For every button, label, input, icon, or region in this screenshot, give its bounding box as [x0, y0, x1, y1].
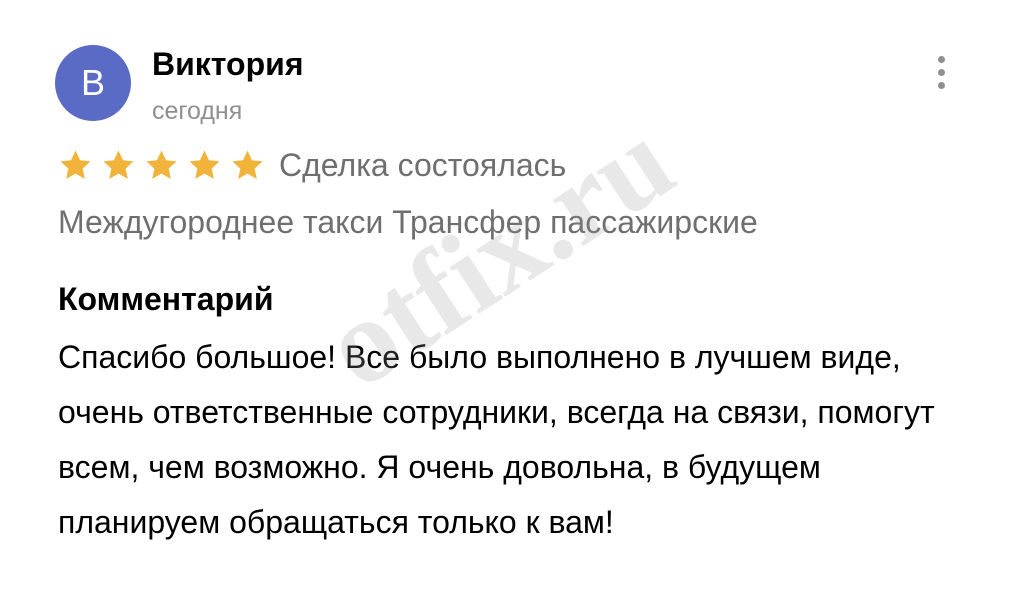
- rating-row: Сделка состоялась: [58, 142, 566, 188]
- star-icon: [146, 150, 177, 179]
- star-icon: [103, 150, 134, 179]
- avatar-letter: В: [80, 62, 105, 103]
- deal-status: Сделка состоялась: [279, 147, 567, 183]
- comment-text: Спасибо большое! Все было выполнено в лу…: [58, 339, 935, 540]
- comment-heading: Комментарий: [58, 281, 274, 317]
- more-vertical-icon: [937, 81, 945, 89]
- star-icon: [232, 150, 263, 179]
- review-date: сегодня: [152, 97, 243, 125]
- star-icon: [60, 150, 91, 179]
- avatar[interactable]: В: [55, 45, 131, 121]
- review-card: В Виктория сегодня Сделка состоялась Меж…: [0, 0, 1024, 614]
- service-category: Междугороднее такси Трансфер пассажирски…: [58, 204, 758, 240]
- author-name[interactable]: Виктория: [152, 44, 303, 84]
- more-vertical-icon: [937, 55, 945, 63]
- rating-stars: [58, 148, 265, 183]
- star-icon: [189, 150, 220, 179]
- more-vertical-icon: [937, 68, 945, 76]
- more-options-button[interactable]: [922, 50, 960, 94]
